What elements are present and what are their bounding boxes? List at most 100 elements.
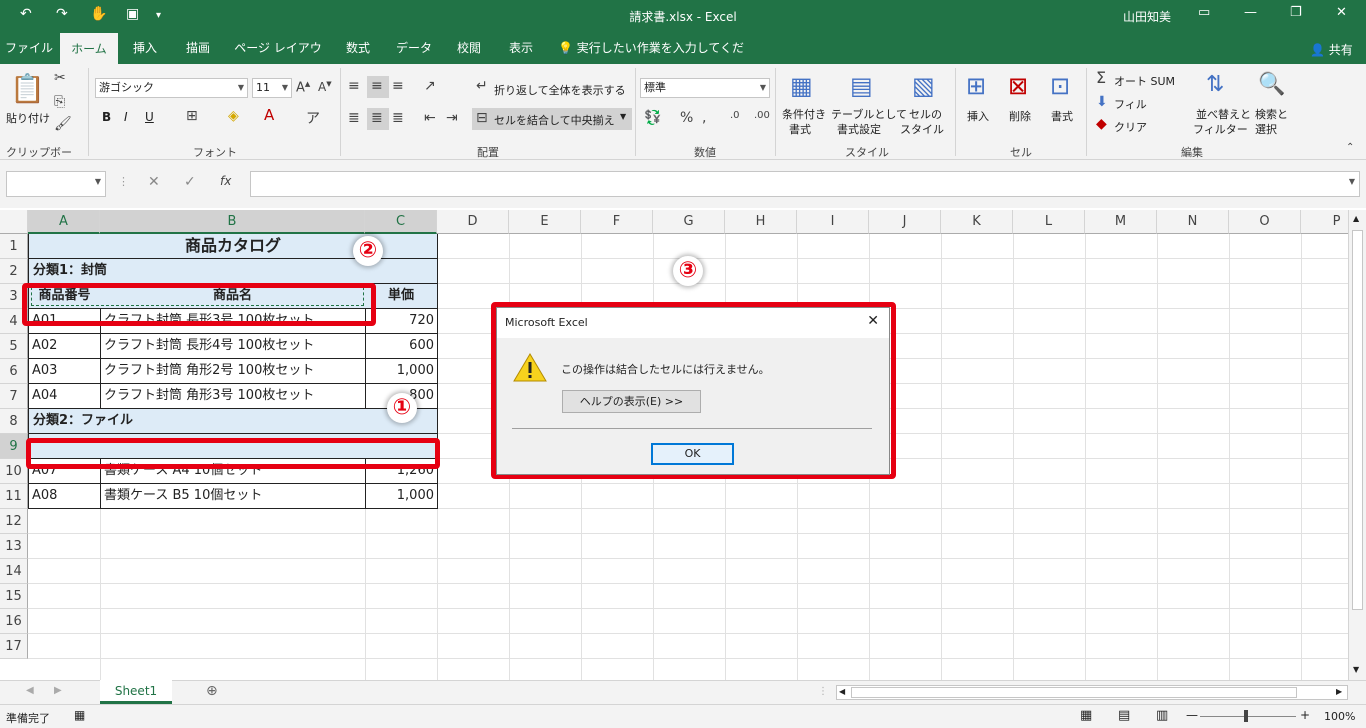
format-cells-label[interactable]: 書式 — [1051, 108, 1073, 124]
row-header[interactable]: 2 — [0, 259, 28, 284]
wrap-text-button[interactable]: 折り返して全体を表示する — [494, 82, 626, 98]
zoom-slider[interactable] — [1200, 716, 1296, 717]
paste-icon[interactable]: 📋 — [10, 72, 45, 105]
column-header-f[interactable]: F — [581, 210, 653, 234]
increase-font-icon[interactable]: A▲ — [296, 80, 310, 95]
close-icon[interactable]: ✕ — [867, 313, 879, 329]
scroll-right-icon[interactable]: ▶ — [1336, 687, 1342, 696]
tab-page-layout[interactable]: ページ レイアウト — [230, 32, 326, 87]
cell-styles-label-2[interactable]: スタイル — [900, 121, 944, 137]
enter-icon[interactable]: ✓ — [184, 174, 196, 190]
table-cell[interactable]: 書類ケース B5 10個セット — [100, 484, 366, 509]
scroll-left-icon[interactable]: ◀ — [839, 687, 845, 696]
tab-file[interactable]: ファイル — [0, 32, 58, 64]
column-header-m[interactable]: M — [1085, 210, 1157, 234]
font-color-icon[interactable]: A — [264, 106, 274, 124]
tab-data[interactable]: データ — [390, 32, 438, 64]
zoom-out-icon[interactable]: — — [1186, 708, 1198, 722]
page-break-view-icon[interactable]: ▥ — [1156, 708, 1168, 723]
tab-home[interactable]: ホーム — [60, 32, 118, 64]
ok-button[interactable]: OK — [651, 443, 734, 465]
align-top-icon[interactable]: ≡ — [348, 78, 360, 94]
row-header[interactable]: 7 — [0, 384, 28, 409]
zoom-in-icon[interactable]: + — [1300, 708, 1310, 722]
row-header[interactable]: 5 — [0, 334, 28, 359]
font-name-combo[interactable]: 游ゴシック ▼ — [95, 78, 248, 98]
autosum-label[interactable]: オート SUM — [1114, 73, 1175, 89]
row-header[interactable]: 15 — [0, 584, 28, 609]
table-cell[interactable]: A02 — [28, 334, 101, 359]
align-right-icon[interactable]: ≣ — [392, 110, 404, 126]
column-header-i[interactable]: I — [797, 210, 869, 234]
column-header-l[interactable]: L — [1013, 210, 1085, 234]
paste-label[interactable]: 貼り付け — [6, 110, 50, 126]
scrollbar-thumb[interactable] — [1352, 230, 1363, 610]
column-header-n[interactable]: N — [1157, 210, 1229, 234]
format-painter-icon[interactable]: 🖌 — [54, 116, 72, 132]
find-select-label-2[interactable]: 選択 — [1255, 121, 1277, 137]
insert-cells-label[interactable]: 挿入 — [967, 108, 989, 124]
cell-styles-icon[interactable]: ▧ — [912, 72, 935, 100]
row-header[interactable]: 9 — [0, 434, 28, 459]
column-header-j[interactable]: J — [869, 210, 941, 234]
table-cell[interactable]: 600 — [365, 334, 438, 359]
table-cell[interactable]: クラフト封筒 角形3号 100枚セット — [100, 384, 366, 409]
close-icon[interactable]: ✕ — [1336, 5, 1347, 20]
column-header-c[interactable]: C — [365, 210, 437, 234]
sort-filter-label-1[interactable]: 並べ替えと — [1196, 106, 1251, 122]
scroll-down-icon[interactable]: ▼ — [1353, 665, 1359, 674]
column-header-d[interactable]: D — [437, 210, 509, 234]
row-header[interactable]: 6 — [0, 359, 28, 384]
row-header[interactable]: 10 — [0, 459, 28, 484]
column-header-b[interactable]: B — [100, 210, 365, 234]
clear-icon[interactable]: ◆ — [1096, 116, 1107, 132]
sort-filter-icon[interactable]: ⇅ — [1206, 72, 1224, 97]
horizontal-scrollbar[interactable]: ◀ ▶ — [836, 685, 1348, 700]
tab-view[interactable]: 表示 — [498, 32, 544, 64]
tab-review[interactable]: 校閲 — [446, 32, 492, 64]
minimize-icon[interactable]: — — [1244, 5, 1257, 20]
restore-icon[interactable]: ❐ — [1290, 5, 1302, 20]
column-header-g[interactable]: G — [653, 210, 725, 234]
name-box[interactable]: ▼ — [6, 171, 106, 197]
decrease-indent-icon[interactable]: ⇤ — [424, 110, 436, 126]
find-select-label-1[interactable]: 検索と — [1255, 106, 1288, 122]
orientation-icon[interactable]: ↗ — [424, 78, 436, 94]
collapse-ribbon-icon[interactable]: ⌃ — [1346, 142, 1354, 153]
comma-icon[interactable]: , — [702, 110, 706, 126]
row-header[interactable]: 8 — [0, 409, 28, 434]
scroll-right-sheets-icon[interactable]: ▶ — [54, 685, 62, 696]
row-header[interactable]: 17 — [0, 634, 28, 659]
decrease-font-icon[interactable]: A▼ — [318, 80, 332, 94]
sort-filter-label-2[interactable]: フィルター — [1193, 121, 1248, 137]
align-left-icon[interactable]: ≣ — [348, 110, 360, 126]
conditional-format-label-2[interactable]: 書式 — [789, 121, 811, 137]
column-header-o[interactable]: O — [1229, 210, 1301, 234]
row-header[interactable]: 13 — [0, 534, 28, 559]
tab-split-handle-icon[interactable]: ⋮ — [818, 686, 828, 697]
format-table-icon[interactable]: ▤ — [850, 72, 873, 100]
vertical-scrollbar[interactable]: ▲ ▼ — [1348, 210, 1366, 680]
horizontal-scrollbar-thumb[interactable] — [851, 687, 1297, 698]
fill-icon[interactable]: ⬇ — [1096, 94, 1108, 110]
page-layout-view-icon[interactable]: ▤ — [1118, 708, 1130, 723]
share-button[interactable]: 👤 共有 — [1310, 41, 1353, 58]
select-all-corner[interactable] — [0, 210, 28, 234]
category-2-cell[interactable]: 分類2：ファイル — [28, 409, 438, 434]
table-cell[interactable]: 1,000 — [365, 359, 438, 384]
increase-indent-icon[interactable]: ⇥ — [446, 110, 458, 126]
insert-cells-icon[interactable]: ⊞ — [966, 72, 986, 100]
italic-button[interactable]: I — [124, 110, 128, 124]
row-header[interactable]: 16 — [0, 609, 28, 634]
copy-icon[interactable]: ⎘ — [54, 94, 65, 110]
clear-label[interactable]: クリア — [1114, 119, 1147, 135]
table-cell[interactable]: クラフト封筒 角形2号 100枚セット — [100, 359, 366, 384]
scroll-left-sheets-icon[interactable]: ◀ — [26, 685, 34, 696]
autosum-icon[interactable]: Σ — [1096, 68, 1106, 87]
zoom-level[interactable]: 100% — [1324, 710, 1355, 723]
font-size-combo[interactable]: 11 ▼ — [252, 78, 292, 98]
delete-cells-label[interactable]: 削除 — [1009, 108, 1031, 124]
format-table-label-1[interactable]: テーブルとして — [831, 106, 907, 122]
cancel-icon[interactable]: ✕ — [148, 174, 160, 190]
help-button[interactable]: ヘルプの表示(E) >> — [562, 390, 701, 413]
